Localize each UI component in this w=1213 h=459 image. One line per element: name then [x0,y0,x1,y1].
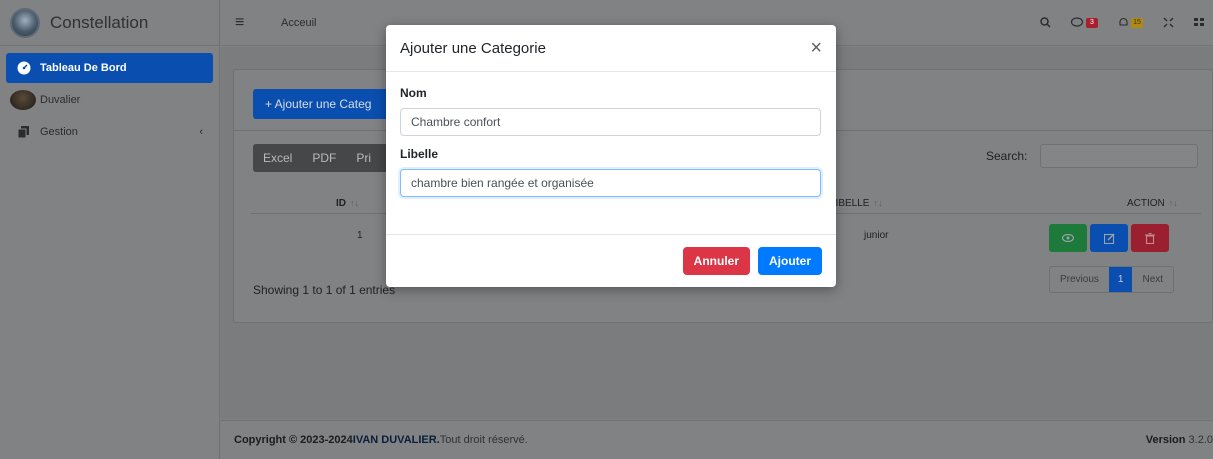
user-avatar [10,90,36,110]
footer: Copyright © 2023-2024 IVAN DUVALIER. Tou… [221,420,1213,459]
sidebar-item-label: Duvalier [40,94,81,106]
column-header-label: ACTION [1127,198,1165,209]
add-category-modal: Ajouter une Categorie × Nom Libelle Annu… [386,25,836,287]
bell-icon [1119,17,1128,26]
eye-icon [1062,234,1074,242]
print-button[interactable]: Pri [346,151,381,165]
messages-button[interactable]: 3 [1071,17,1098,28]
copyright-prefix: Copyright © 2023-2024 [234,434,353,446]
libelle-label: Libelle [400,147,439,161]
topbar-actions: 3 15 [1040,17,1213,28]
dashboard-icon [16,60,32,76]
sidebar: Constellation Tableau De Bord Duvalier G… [0,0,220,459]
column-header-libelle[interactable]: LIBELLE ↑↓ [830,198,882,209]
nom-input[interactable] [400,108,821,136]
view-button[interactable] [1049,224,1087,252]
delete-button[interactable] [1131,224,1169,252]
copyright-rights: Tout droit réservé. [439,434,528,446]
close-icon[interactable]: × [810,38,822,58]
notifications-badge: 15 [1131,17,1143,28]
modal-body: Nom Libelle [386,72,836,235]
export-buttons: Excel PDF Pri [253,144,403,172]
copy-icon [16,124,32,140]
column-header-action[interactable]: ACTION ↑↓ [1127,198,1178,209]
messages-badge: 3 [1086,17,1098,28]
column-header-label: ID [336,198,346,209]
brand[interactable]: Constellation [0,0,219,46]
pagination-previous[interactable]: Previous [1050,267,1109,292]
libelle-input[interactable] [400,169,821,197]
sidebar-item-duvalier[interactable]: Duvalier [6,85,213,115]
trash-icon [1145,232,1155,244]
pagination-info: Showing 1 to 1 of 1 entries [253,283,396,297]
row-actions [1049,224,1169,252]
version-value: 3.2.0 [1185,434,1213,446]
breadcrumb-home[interactable]: Acceuil [281,17,316,29]
sidebar-nav: Tableau De Bord Duvalier Gestion ‹ [0,46,219,154]
sidebar-item-label: Tableau De Bord [40,62,127,74]
sidebar-item-label: Gestion [40,126,78,138]
nom-label: Nom [400,86,427,100]
edit-icon [1103,233,1114,244]
sidebar-item-tableau-de-bord[interactable]: Tableau De Bord [6,53,213,83]
pagination: Previous 1 Next [1049,266,1175,293]
export-pdf-button[interactable]: PDF [302,151,346,165]
grid-apps-icon[interactable] [1194,17,1205,28]
modal-header: Ajouter une Categorie × [386,25,836,72]
sort-icon: ↑↓ [1168,198,1178,208]
search-label: Search: [986,149,1028,163]
version-info: Version 3.2.0 [1146,434,1213,446]
search-icon[interactable] [1040,17,1051,28]
notifications-button[interactable]: 15 [1118,17,1143,28]
version-label: Version [1145,434,1186,446]
sort-icon: ↑↓ [873,198,883,208]
comments-icon [1071,17,1084,27]
column-header-id[interactable]: ID ↑↓ [336,198,359,209]
submit-button[interactable]: Ajouter [758,247,822,275]
pagination-next[interactable]: Next [1132,267,1173,292]
modal-footer: Annuler Ajouter [386,235,836,287]
export-excel-button[interactable]: Excel [253,151,302,165]
table-cell-id: 1 [357,230,363,241]
search-input[interactable] [1040,144,1198,168]
cancel-button[interactable]: Annuler [682,247,750,275]
sidebar-item-gestion[interactable]: Gestion ‹ [6,117,213,147]
copyright-author[interactable]: IVAN DUVALIER. [353,434,440,446]
fullscreen-icon[interactable] [1163,17,1174,28]
edit-button[interactable] [1090,224,1128,252]
brand-logo [10,7,40,38]
pagination-page-1[interactable]: 1 [1108,267,1133,292]
sort-icon: ↑↓ [350,198,359,208]
modal-title: Ajouter une Categorie [400,39,546,57]
brand-name: Constellation [50,12,149,32]
hamburger-menu-icon[interactable]: ≡ [235,14,249,32]
chevron-left-icon: ‹ [199,126,203,138]
table-cell-libelle: junior [864,230,889,241]
